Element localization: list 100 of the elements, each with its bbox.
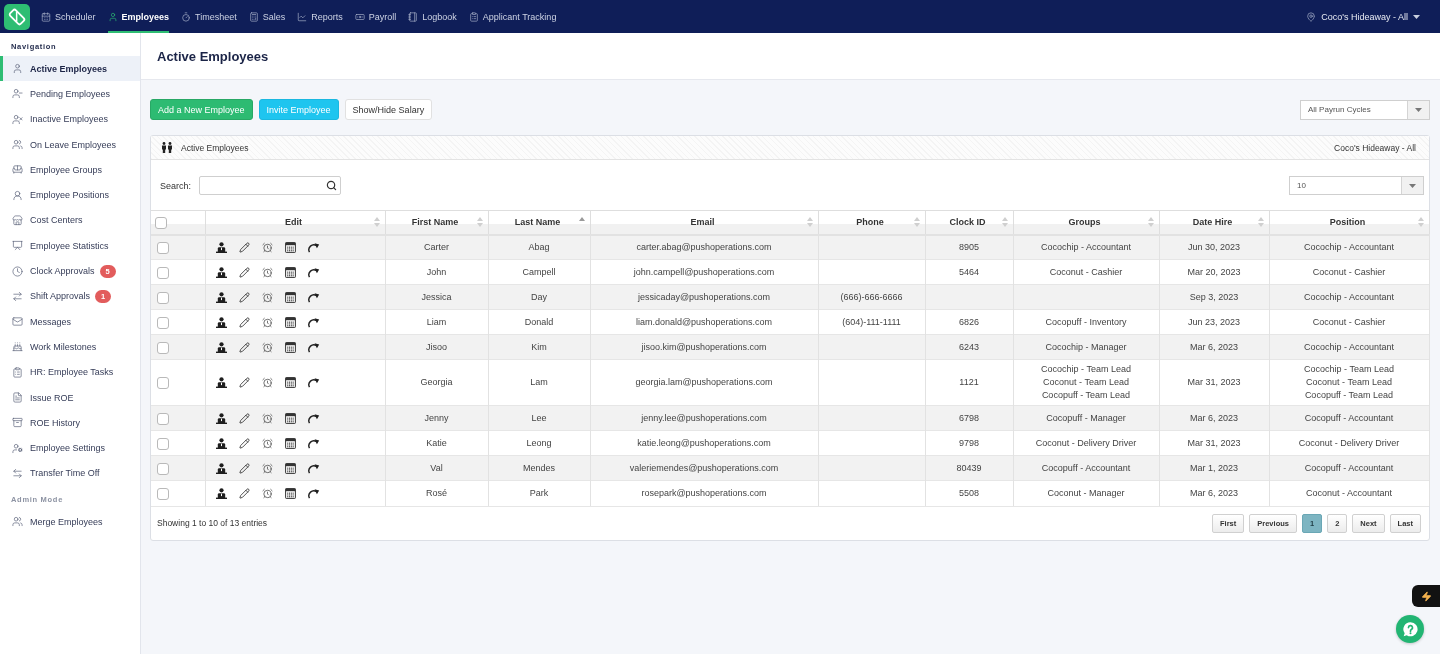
checkbox[interactable] [157,341,169,354]
checkbox[interactable] [157,412,169,425]
person-icon[interactable] [215,241,227,253]
alarm-clock-icon[interactable] [261,341,273,353]
person-icon[interactable] [215,291,227,303]
redo-arrow-icon[interactable] [307,377,320,388]
calendar-icon[interactable] [284,437,296,449]
nav-tab[interactable]: Scheduler [41,0,96,33]
search-field[interactable] [199,176,342,195]
column-header[interactable]: Date Hire [1159,210,1269,235]
column-header[interactable]: Edit [205,210,385,235]
person-icon[interactable] [215,341,227,353]
checkbox[interactable] [157,242,169,254]
column-header[interactable]: Groups [1013,210,1159,235]
calendar-icon[interactable] [284,316,296,328]
redo-arrow-icon[interactable] [307,266,320,278]
redo-arrow-icon[interactable] [307,341,320,353]
person-icon[interactable] [215,316,227,328]
alarm-clock-icon[interactable] [261,291,273,303]
checkbox[interactable] [157,488,169,500]
pencil-icon[interactable] [238,266,250,278]
pencil-icon[interactable] [238,316,250,328]
pencil-icon[interactable] [238,291,250,303]
sidebar-item[interactable]: Active Employees [0,56,140,82]
sidebar-item[interactable]: Employee Positions [0,182,140,208]
nav-tab[interactable]: Logbook [408,0,457,33]
checkbox[interactable] [157,462,169,475]
person-icon[interactable] [215,487,227,499]
sidebar-item[interactable]: Inactive Employees [0,106,140,132]
calendar-icon[interactable] [284,487,296,499]
redo-arrow-icon[interactable] [307,241,320,253]
calendar-icon[interactable] [284,412,296,424]
alarm-clock-icon[interactable] [261,241,273,253]
pencil-icon[interactable] [238,412,250,424]
checkbox[interactable] [157,291,169,304]
redo-arrow-icon[interactable] [307,316,320,328]
redo-arrow-icon[interactable] [307,487,320,499]
person-icon[interactable] [215,412,227,424]
redo-arrow-icon[interactable] [307,462,320,474]
pencil-icon[interactable] [238,377,250,388]
sidebar-item[interactable]: Issue ROE [0,384,140,411]
alarm-clock-icon[interactable] [261,462,273,474]
checkbox[interactable] [157,377,169,390]
person-icon[interactable] [215,266,227,278]
pencil-icon[interactable] [238,487,250,499]
logo-icon[interactable] [4,3,30,30]
nav-tab[interactable]: Payroll [354,0,397,33]
sidebar-item[interactable]: On Leave Employees [0,131,140,158]
calendar-icon[interactable] [284,377,296,388]
calendar-icon[interactable] [284,462,296,474]
lightning-button[interactable] [1412,585,1440,607]
sidebar-item[interactable]: Employee Settings [0,435,140,461]
sidebar-item[interactable]: Transfer Time Off [0,460,140,487]
person-icon[interactable] [215,437,227,449]
page-length-select[interactable]: 10 [1289,176,1424,195]
column-header[interactable]: Phone [818,210,925,235]
sidebar-item[interactable]: ROE History [0,410,140,436]
calendar-icon[interactable] [284,266,296,278]
sidebar-item[interactable]: Cost Centers [0,207,140,234]
nav-tab[interactable]: Sales [248,0,286,33]
pencil-icon[interactable] [238,462,250,474]
checkbox[interactable] [157,316,169,329]
column-header[interactable]: Clock ID [925,210,1013,235]
location-selector[interactable]: Coco's Hideaway - All [1306,11,1420,22]
alarm-clock-icon[interactable] [261,412,273,424]
calendar-icon[interactable] [284,291,296,303]
column-header[interactable]: Email [590,210,818,235]
calendar-icon[interactable] [284,241,296,253]
nav-tab[interactable]: Timesheet [181,0,237,33]
column-header[interactable]: Position [1269,210,1429,235]
sidebar-item[interactable]: Work Milestones [0,334,140,360]
person-icon[interactable] [215,377,227,388]
alarm-clock-icon[interactable] [261,437,273,449]
calendar-icon[interactable] [284,341,296,353]
action-button[interactable]: Show/Hide Salary [344,99,433,120]
alarm-clock-icon[interactable] [261,487,273,499]
pencil-icon[interactable] [238,241,250,253]
sidebar-item[interactable]: Merge Employees [0,509,140,535]
payrun-select[interactable]: All Payrun Cycles [1300,99,1430,120]
sidebar-item[interactable]: Employee Statistics [0,233,140,259]
column-header[interactable]: First Name [385,210,488,235]
pencil-icon[interactable] [238,341,250,353]
redo-arrow-icon[interactable] [307,412,320,424]
sidebar-item[interactable]: Employee Groups [0,157,140,183]
checkbox[interactable] [157,266,169,279]
alarm-clock-icon[interactable] [261,316,273,328]
redo-arrow-icon[interactable] [307,291,320,303]
alarm-clock-icon[interactable] [261,266,273,278]
sidebar-item[interactable]: HR: Employee Tasks [0,359,140,385]
alarm-clock-icon[interactable] [261,377,273,388]
redo-arrow-icon[interactable] [307,437,320,449]
pencil-icon[interactable] [238,437,250,449]
column-header[interactable]: Last Name [488,210,590,235]
checkbox[interactable] [155,217,167,229]
nav-tab[interactable]: Reports [297,0,343,33]
person-icon[interactable] [215,462,227,474]
sidebar-item[interactable]: Pending Employees [0,81,140,107]
nav-tab[interactable]: Applicant Tracking [468,0,557,33]
sidebar-item[interactable]: Messages [0,308,140,335]
checkbox[interactable] [157,437,169,450]
